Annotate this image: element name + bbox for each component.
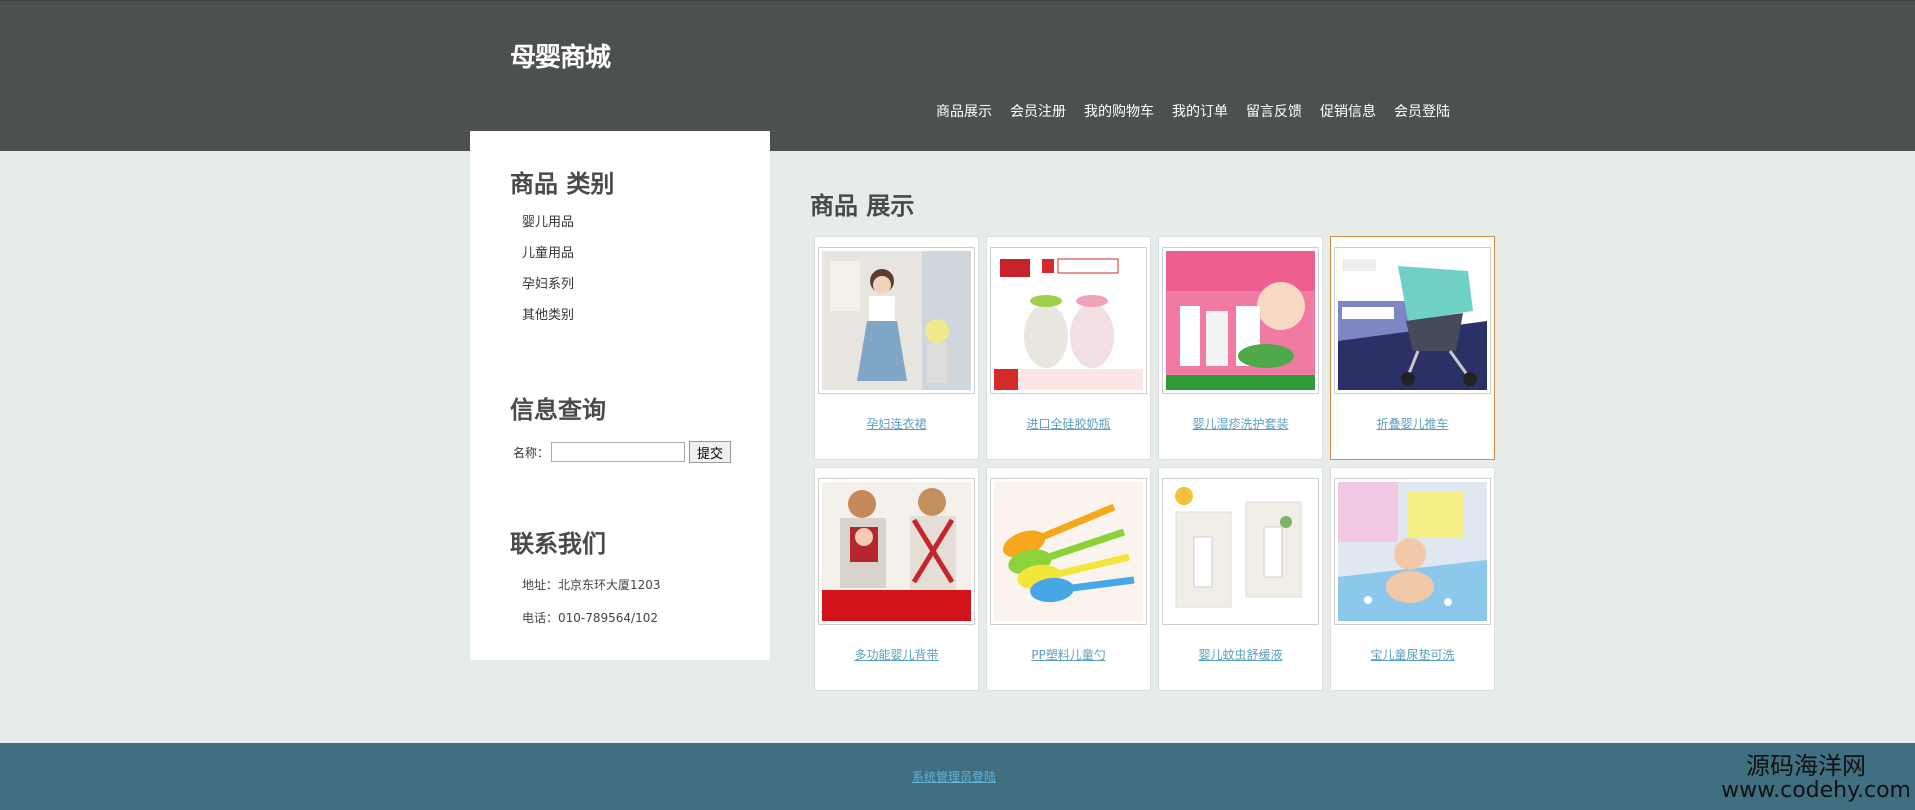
category-list: 婴儿用品 儿童用品 孕妇系列 其他类别: [522, 213, 574, 337]
product-card[interactable]: 婴儿蚊虫舒缓液: [1158, 467, 1323, 691]
product-grid: 孕妇连衣裙 进口全硅胶奶瓶 婴儿湿疹洗护套装 折叠婴儿推车 多功能婴儿背带 PP…: [814, 236, 1495, 691]
contact-address: 地址：北京东环大厦1203: [522, 578, 661, 592]
relief-liquid-image[interactable]: [1166, 482, 1315, 621]
product-image-frame: [818, 247, 975, 394]
category-item-other[interactable]: 其他类别: [522, 306, 574, 337]
admin-login-link[interactable]: 系统管理员登陆: [912, 768, 996, 785]
search-label: 名称：: [513, 445, 550, 460]
watermark-line-1: 源码海洋网: [1746, 752, 1866, 780]
product-link[interactable]: 婴儿蚊虫舒缓液: [1159, 646, 1322, 663]
product-link[interactable]: PP塑料儿童勺: [987, 646, 1150, 663]
product-card[interactable]: 多功能婴儿背带: [814, 467, 979, 691]
product-image-frame: [1334, 247, 1491, 394]
category-item-baby[interactable]: 婴儿用品: [522, 213, 574, 244]
product-card[interactable]: 进口全硅胶奶瓶: [986, 236, 1151, 460]
category-item-children[interactable]: 儿童用品: [522, 244, 574, 275]
product-link[interactable]: 宝儿童尿垫可洗: [1331, 646, 1494, 663]
product-card[interactable]: 婴儿湿疹洗护套装: [1158, 236, 1323, 460]
product-card[interactable]: 孕妇连衣裙: [814, 236, 979, 460]
contact-title: 联系我们: [510, 530, 606, 558]
product-image-frame: [1334, 478, 1491, 625]
nav-register[interactable]: 会员注册: [1010, 101, 1066, 121]
nav-cart[interactable]: 我的购物车: [1084, 101, 1154, 121]
nav-promotions[interactable]: 促销信息: [1320, 101, 1376, 121]
site-header: 母婴商城 商品展示 会员注册 我的购物车 我的订单 留言反馈 促销信息 会员登陆: [0, 0, 1915, 151]
nav-products[interactable]: 商品展示: [936, 101, 992, 121]
skincare-set-image[interactable]: [1166, 251, 1315, 390]
product-link[interactable]: 折叠婴儿推车: [1331, 415, 1494, 432]
product-link[interactable]: 婴儿湿疹洗护套装: [1159, 415, 1322, 432]
nav-orders[interactable]: 我的订单: [1172, 101, 1228, 121]
search-title: 信息查询: [510, 396, 606, 424]
site-logo[interactable]: 母婴商城: [510, 37, 611, 74]
product-card[interactable]: 宝儿童尿垫可洗: [1330, 467, 1495, 691]
category-item-maternity[interactable]: 孕妇系列: [522, 275, 574, 306]
category-title: 商品 类别: [510, 170, 615, 198]
main-nav: 商品展示 会员注册 我的购物车 我的订单 留言反馈 促销信息 会员登陆: [936, 101, 1468, 121]
product-link[interactable]: 多功能婴儿背带: [815, 646, 978, 663]
baby-bottle-image[interactable]: [994, 251, 1143, 390]
baby-carrier-image[interactable]: [822, 482, 971, 621]
product-image-frame: [818, 478, 975, 625]
stroller-image[interactable]: [1338, 251, 1487, 390]
site-footer: 系统管理员登陆: [0, 743, 1915, 810]
product-card[interactable]: PP塑料儿童勺: [986, 467, 1151, 691]
product-image-frame: [990, 478, 1147, 625]
search-input[interactable]: [551, 442, 686, 462]
product-section-title: 商品 展示: [810, 192, 915, 220]
watermark-line-2: www.codehy.com: [1721, 778, 1911, 804]
product-link[interactable]: 进口全硅胶奶瓶: [987, 415, 1150, 432]
contact-phone: 电话：010-789564/102: [522, 611, 658, 625]
diaper-pad-image[interactable]: [1338, 482, 1487, 621]
submit-button[interactable]: 提交: [689, 441, 732, 463]
spoon-image[interactable]: [994, 482, 1143, 621]
nav-feedback[interactable]: 留言反馈: [1246, 101, 1302, 121]
search-form: 名称： 提交: [513, 441, 732, 463]
product-image-frame: [1162, 247, 1319, 394]
site-watermark: 源码海洋网 www.codehy.com: [1721, 752, 1911, 804]
product-image-frame: [1162, 478, 1319, 625]
product-card[interactable]: 折叠婴儿推车: [1330, 236, 1495, 460]
product-link[interactable]: 孕妇连衣裙: [815, 415, 978, 432]
maternity-dress-image[interactable]: [822, 251, 971, 390]
nav-login[interactable]: 会员登陆: [1394, 101, 1450, 121]
product-image-frame: [990, 247, 1147, 394]
